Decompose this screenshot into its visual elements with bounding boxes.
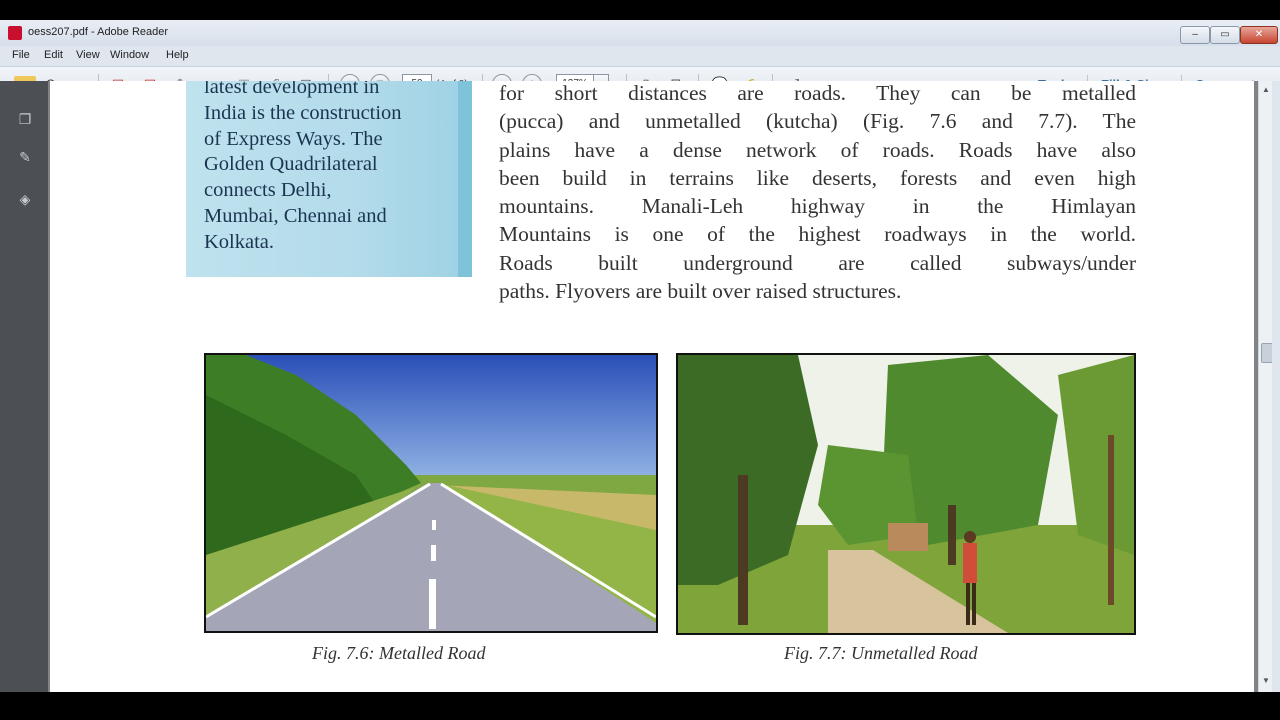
close-button[interactable]: ✕ (1240, 26, 1278, 44)
body-paragraph: for short distances are roads. They can … (499, 81, 1136, 305)
info-sidebox: latest development in India is the const… (186, 81, 472, 277)
paragraph-line: mountains. Manali-Leh highway in the Him… (499, 194, 1136, 219)
menu-bar: File Edit View Window Help (0, 46, 1280, 66)
paragraph-line: Mountains is one of the highest roadways… (499, 222, 1136, 247)
pdf-page: latest development in India is the const… (50, 81, 1254, 692)
window-title: oess207.pdf - Adobe Reader (28, 26, 169, 38)
vertical-scrollbar[interactable]: ▲ ▼ (1258, 81, 1273, 692)
figure-caption-7-7: Fig. 7.7: Unmetalled Road (784, 643, 978, 663)
adobe-reader-icon (8, 26, 22, 40)
window-border (1272, 81, 1280, 692)
menu-edit[interactable]: Edit (44, 49, 63, 61)
metalled-road-photo (204, 353, 658, 633)
paragraph-line: paths. Flyovers are built over raised st… (499, 279, 902, 304)
attachments-icon[interactable]: ✎ (17, 149, 33, 165)
sidebox-line: Golden Quadrilateral (204, 153, 378, 176)
layers-icon[interactable]: ◈ (17, 191, 33, 207)
menu-view[interactable]: View (76, 49, 100, 61)
title-bar: oess207.pdf - Adobe Reader – ▭ ✕ (0, 20, 1280, 47)
minimize-button[interactable]: – (1180, 26, 1210, 44)
metalled-road-illustration (206, 355, 656, 631)
scroll-down-arrow-icon[interactable]: ▼ (1261, 676, 1271, 688)
sidebox-edge (458, 81, 472, 277)
scroll-up-arrow-icon[interactable]: ▲ (1261, 85, 1271, 97)
maximize-button[interactable]: ▭ (1210, 26, 1240, 44)
sidebox-text: latest development in India is the const… (204, 81, 456, 256)
menu-help[interactable]: Help (166, 49, 189, 61)
menu-window[interactable]: Window (110, 49, 149, 61)
page-thumbnails-icon[interactable]: ❐ (17, 111, 33, 127)
menu-file[interactable]: File (12, 49, 30, 61)
sidebox-line: connects Delhi, (204, 179, 332, 202)
paragraph-line: (pucca) and unmetalled (kutcha) (Fig. 7.… (499, 109, 1136, 134)
unmetalled-road-illustration (678, 355, 1134, 633)
document-area[interactable]: latest development in India is the const… (48, 81, 1258, 692)
unmetalled-road-photo (676, 353, 1136, 635)
sidebox-line: of Express Ways. The (204, 127, 383, 150)
paragraph-line: been build in terrains like deserts, for… (499, 165, 1136, 190)
figure-caption-7-6: Fig. 7.6: Metalled Road (312, 643, 486, 663)
paragraph-line: for short distances are roads. They can … (499, 81, 1136, 105)
paragraph-line: Roads built underground are called subwa… (499, 250, 1136, 275)
sidebox-line: India is the construction (204, 101, 402, 124)
letterbox-top (0, 0, 1280, 20)
sidebox-line: Mumbai, Chennai and (204, 204, 387, 227)
screen: oess207.pdf - Adobe Reader – ▭ ✕ File Ed… (0, 0, 1280, 720)
paragraph-line: plains have a dense network of roads. Ro… (499, 137, 1136, 162)
sidebox-line: latest development in (204, 81, 380, 98)
sidebox-line: Kolkata. (204, 230, 275, 253)
letterbox-bottom (0, 692, 1280, 720)
navigation-pane: ❐ ✎ ◈ (0, 81, 48, 692)
